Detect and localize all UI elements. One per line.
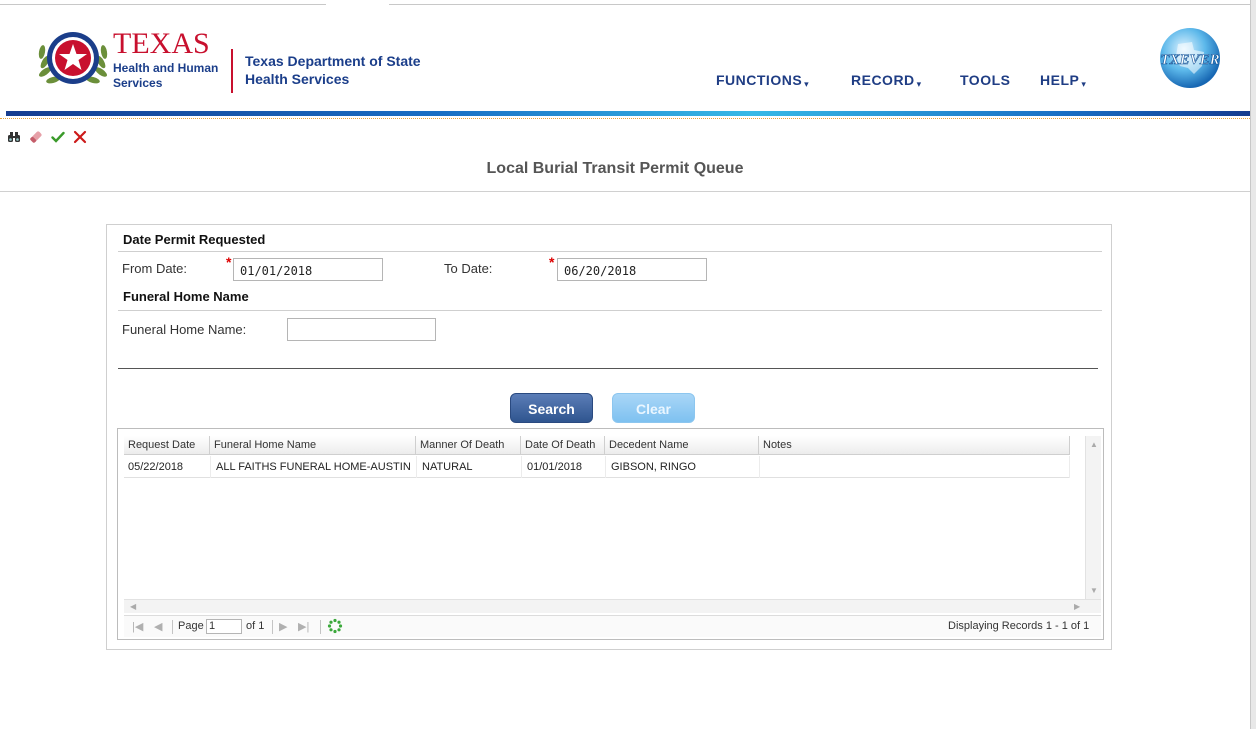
header-dotted-divider [0,118,1250,120]
scroll-left-icon[interactable]: ◀ [130,602,136,611]
cell-request-date: 05/22/2018 [128,461,184,473]
funeral-home-name-label: Funeral Home Name: [122,322,247,337]
cell-notes [759,456,1070,478]
grid-pager: |◀ ◀ Page 1 of 1 ▶ ▶| Displaying Records… [124,615,1101,637]
grid-horizontal-scrollbar[interactable]: ◀ ▶ [124,599,1101,613]
logo-hhs-line1: Health and Human [113,61,219,75]
scroll-right-icon[interactable]: ▶ [1074,602,1080,611]
menu-functions-label: FUNCTIONS [716,72,803,88]
from-date-input[interactable]: 01/01/2018 [233,258,383,281]
cell-funeral-home: ALL FAITHS FUNERAL HOME-AUSTIN [216,461,411,473]
action-toolbar [5,128,89,146]
binoculars-icon[interactable] [5,128,23,146]
page-count-label: of 1 [246,620,265,632]
chevron-down-icon: ▾ [916,79,922,89]
window-right-edge [1250,0,1256,729]
page-label: Page [178,620,204,632]
funeral-home-name-input[interactable] [287,318,436,341]
column-header-funeral-home[interactable]: Funeral Home Name [210,436,416,455]
records-count-text: Displaying Records 1 - 1 of 1 [948,620,1090,632]
section-title-funeral-home: Funeral Home Name [123,289,249,304]
top-frame-line-right [389,4,1256,5]
column-header-request-date[interactable]: Request Date [124,436,210,455]
last-page-icon[interactable]: ▶| [298,620,309,633]
from-date-label: From Date: [122,261,188,276]
section-divider [118,310,1102,311]
cell-decedent-name: GIBSON, RINGO [611,461,696,473]
column-header-notes[interactable]: Notes [759,436,1070,455]
txever-logo: TXEVER [1158,26,1222,90]
txever-logo-text: TXEVER [1160,52,1219,68]
refresh-icon[interactable] [327,618,343,637]
required-marker: * [549,254,555,270]
first-page-icon[interactable]: |◀ [132,620,143,633]
pager-separator [172,620,173,634]
form-bottom-divider [118,368,1098,369]
logo-dshs-line2: Health Services [245,71,350,87]
grid-vertical-scrollbar[interactable]: ▲ ▼ [1085,436,1101,599]
menu-record-label: RECORD [851,72,915,88]
menu-help[interactable]: HELP ▾ [1040,72,1087,89]
pager-separator [320,620,321,634]
cell-separator [1069,456,1070,478]
column-header-date-of-death[interactable]: Date Of Death [521,436,605,455]
to-date-label: To Date: [444,261,493,276]
menu-help-label: HELP [1040,72,1080,88]
menu-tools-label: TOOLS [960,72,1011,88]
logo-separator [231,49,233,93]
title-divider [0,191,1250,192]
grid-header: Request Date Funeral Home Name Manner Of… [124,436,1070,455]
close-icon[interactable] [71,128,89,146]
logo-hhs-line2: Services [113,76,163,90]
column-header-decedent-name[interactable]: Decedent Name [605,436,759,455]
page-number-input[interactable]: 1 [206,619,242,634]
cell-manner-of-death: NATURAL [422,461,473,473]
pager-separator [272,620,273,634]
logo-texas-text: TEXAS [113,27,210,60]
search-button[interactable]: Search [510,393,593,423]
results-grid: Request Date Funeral Home Name Manner Of… [117,428,1104,640]
menu-functions[interactable]: FUNCTIONS ▾ [716,72,810,89]
page-title: Local Burial Transit Permit Queue [486,160,744,177]
column-header-manner-of-death[interactable]: Manner Of Death [416,436,521,455]
previous-page-icon[interactable]: ◀ [154,620,162,633]
header-accent-bar [6,111,1250,116]
scroll-down-icon[interactable]: ▼ [1090,586,1098,595]
logo-dshs-line1: Texas Department of State [245,53,421,69]
table-row[interactable]: 05/22/2018 ALL FAITHS FUNERAL HOME-AUSTI… [124,456,1070,478]
menu-tools[interactable]: TOOLS [960,72,1010,88]
checkmark-icon[interactable] [49,128,67,146]
chevron-down-icon: ▾ [804,79,810,89]
chevron-down-icon: ▾ [1081,79,1087,89]
section-divider [118,251,1102,252]
required-marker: * [226,254,232,270]
cell-date-of-death: 01/01/2018 [527,461,583,473]
to-date-input[interactable]: 06/20/2018 [557,258,707,281]
section-title-date-permit: Date Permit Requested [123,232,266,247]
texas-hhs-seal-icon [33,22,113,94]
next-page-icon[interactable]: ▶ [279,620,287,633]
eraser-icon[interactable] [27,128,45,146]
top-frame-line-left [0,4,326,5]
clear-button[interactable]: Clear [612,393,695,423]
menu-record[interactable]: RECORD ▾ [851,72,922,89]
scroll-up-icon[interactable]: ▲ [1090,440,1098,449]
